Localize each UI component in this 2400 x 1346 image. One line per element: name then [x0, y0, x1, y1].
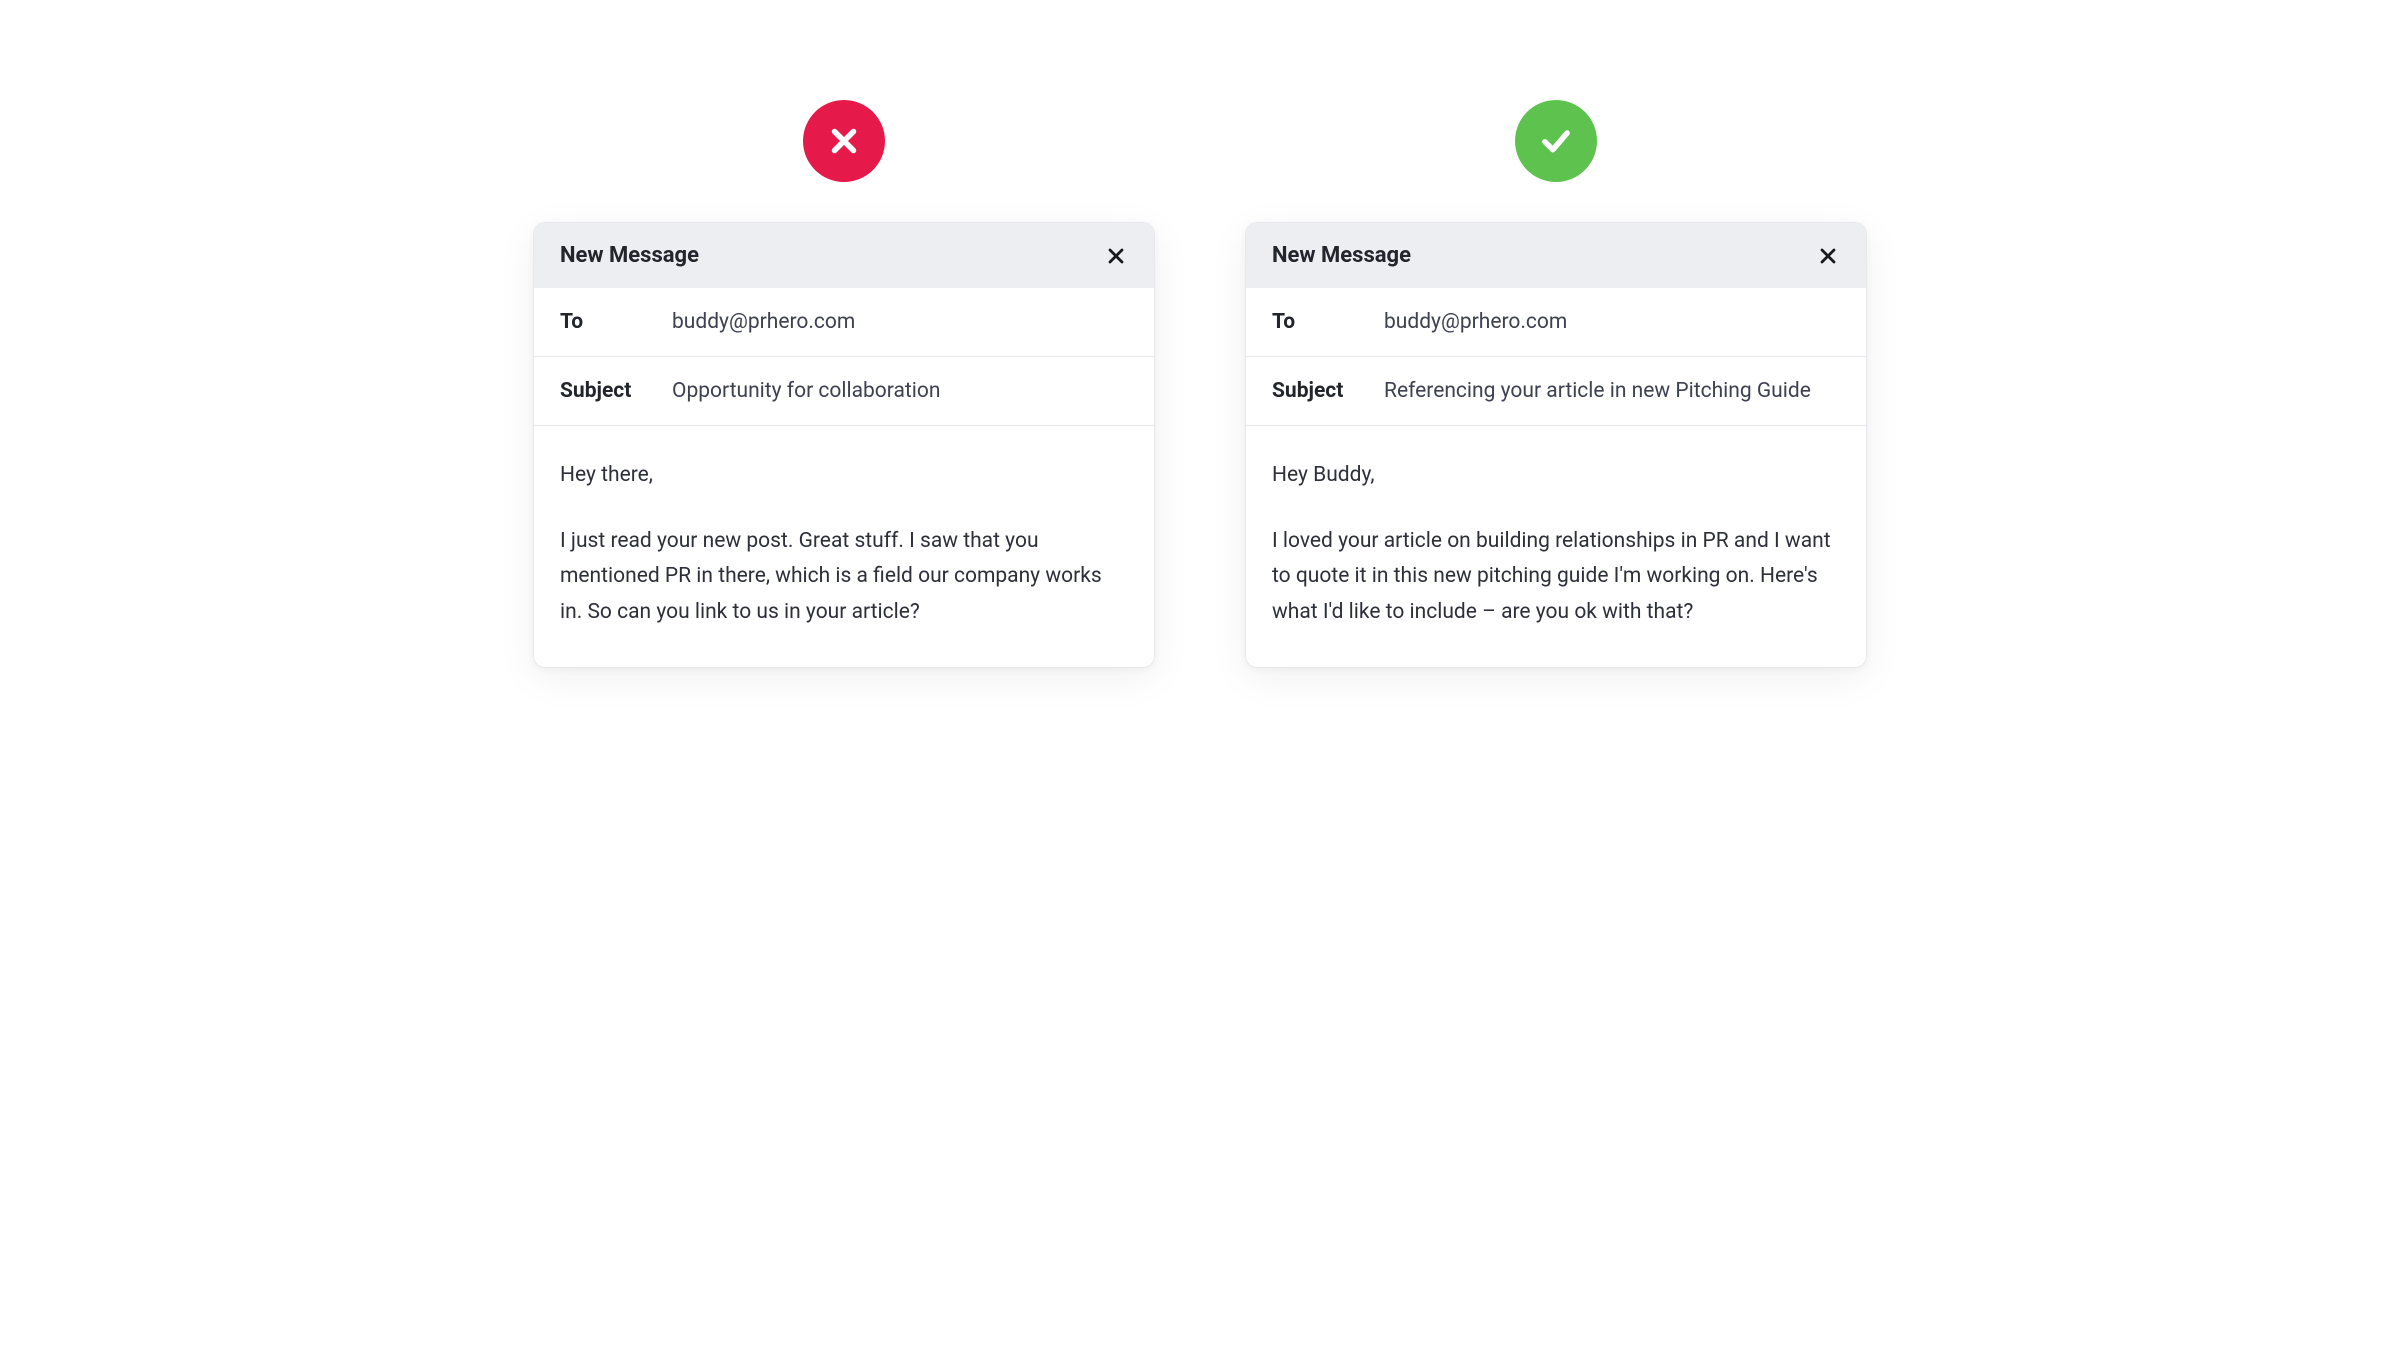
to-value[interactable]: buddy@prhero.com: [1384, 310, 1567, 334]
card-title: New Message: [560, 243, 699, 268]
to-row: To buddy@prhero.com: [1246, 288, 1866, 357]
card-header: New Message: [534, 223, 1154, 288]
subject-value[interactable]: Opportunity for collaboration: [672, 379, 940, 403]
cross-icon: [825, 122, 863, 160]
subject-value[interactable]: Referencing your article in new Pitching…: [1384, 379, 1811, 403]
to-label: To: [1272, 310, 1384, 334]
card-title: New Message: [1272, 243, 1411, 268]
bad-example: New Message To buddy@prhero.com Subject …: [533, 100, 1155, 668]
to-value[interactable]: buddy@prhero.com: [672, 310, 855, 334]
card-header: New Message: [1246, 223, 1866, 288]
body-text: I loved your article on building relatio…: [1272, 524, 1840, 631]
body-section[interactable]: Hey there, I just read your new post. Gr…: [534, 426, 1154, 667]
check-badge: [1515, 100, 1597, 182]
body-section[interactable]: Hey Buddy, I loved your article on build…: [1246, 426, 1866, 667]
message-card-good: New Message To buddy@prhero.com Subject …: [1245, 222, 1867, 668]
message-card-bad: New Message To buddy@prhero.com Subject …: [533, 222, 1155, 668]
check-icon: [1537, 122, 1575, 160]
body-greeting: Hey there,: [560, 460, 1128, 492]
subject-label: Subject: [560, 379, 672, 403]
cross-badge: [803, 100, 885, 182]
to-row: To buddy@prhero.com: [534, 288, 1154, 357]
subject-row: Subject Opportunity for collaboration: [534, 357, 1154, 426]
body-text: I just read your new post. Great stuff. …: [560, 524, 1128, 631]
to-label: To: [560, 310, 672, 334]
close-icon[interactable]: [1816, 244, 1840, 268]
close-icon[interactable]: [1104, 244, 1128, 268]
subject-row: Subject Referencing your article in new …: [1246, 357, 1866, 426]
good-example: New Message To buddy@prhero.com Subject …: [1245, 100, 1867, 668]
body-greeting: Hey Buddy,: [1272, 460, 1840, 492]
subject-label: Subject: [1272, 379, 1384, 403]
